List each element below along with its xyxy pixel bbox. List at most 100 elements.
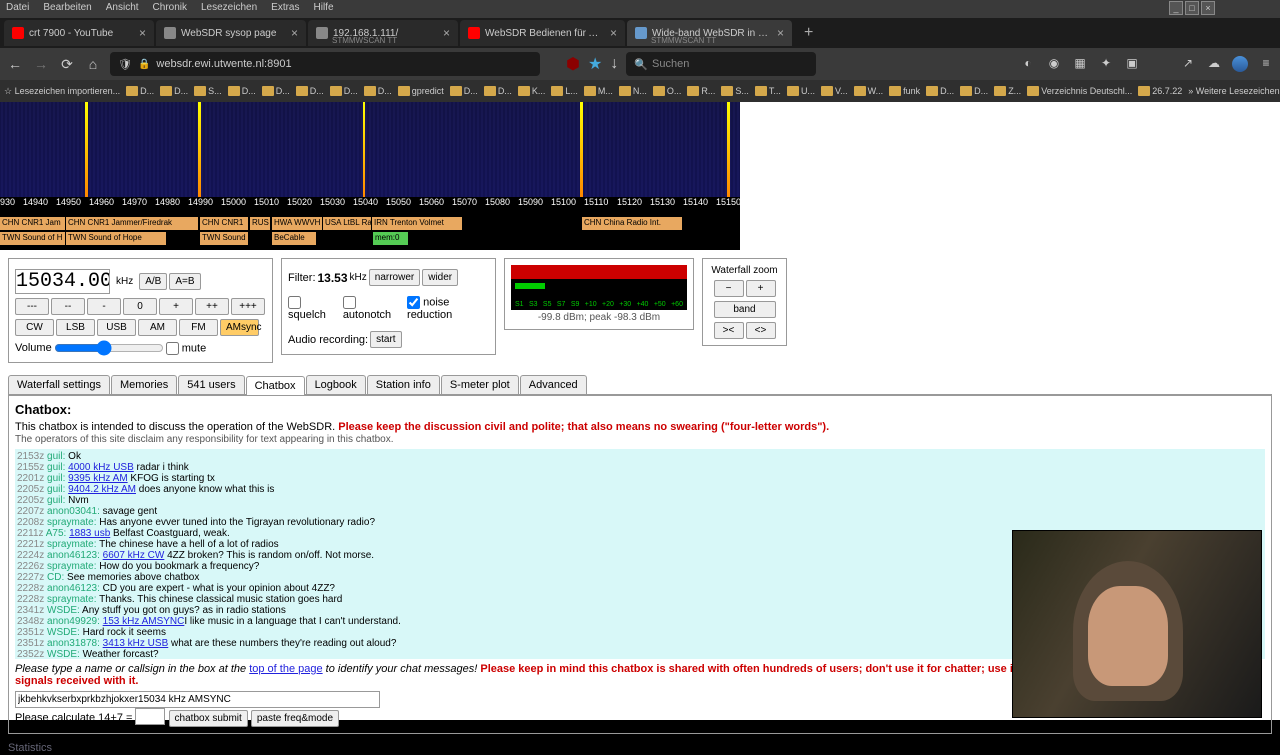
bookmark-item[interactable]: S... — [194, 86, 222, 96]
step-button[interactable]: ++ — [195, 298, 229, 315]
captcha-input[interactable] — [135, 708, 165, 725]
bookmark-item[interactable]: N... — [619, 86, 647, 96]
volume-slider[interactable] — [54, 340, 164, 356]
station-labels[interactable]: CHN CNR1 JamCHN CNR1 Jammer/FiredrakCHN … — [0, 215, 740, 250]
step-button[interactable]: -- — [51, 298, 85, 315]
step-button[interactable]: + — [159, 298, 193, 315]
menu-datei[interactable]: Datei — [6, 2, 29, 16]
bookmark-item[interactable]: D... — [926, 86, 954, 96]
forward-button[interactable]: → — [32, 56, 50, 72]
axb-button[interactable]: A=B — [169, 273, 200, 290]
search-input[interactable]: 🔍 Suchen — [626, 52, 816, 76]
ext-icon[interactable]: ◐ — [1020, 56, 1036, 72]
ext-icon[interactable]: ◉ — [1046, 56, 1062, 72]
bookmark-item[interactable]: D... — [484, 86, 512, 96]
station-label[interactable]: TWN Sound of Hope — [66, 232, 166, 245]
mode-button-am[interactable]: AM — [138, 319, 177, 336]
maximize-button[interactable]: □ — [1185, 1, 1199, 15]
browser-tab[interactable]: crt 7900 - YouTube× — [4, 20, 154, 46]
zoom-in-button[interactable]: + — [746, 280, 776, 297]
record-start-button[interactable]: start — [370, 331, 401, 348]
bookmark-item[interactable]: gpredict — [398, 86, 444, 96]
close-tab-icon[interactable]: × — [777, 26, 784, 40]
ext-icon[interactable]: ▣ — [1124, 56, 1140, 72]
ublock-icon[interactable]: ⬢ — [566, 54, 580, 74]
station-label[interactable]: CHN China Radio Int. — [582, 217, 682, 230]
profile-avatar[interactable] — [1232, 56, 1248, 72]
station-label[interactable]: RUS — [250, 217, 270, 230]
station-label[interactable]: CHN CNR1 Jam — [0, 217, 65, 230]
mode-button-usb[interactable]: USB — [97, 319, 136, 336]
chat-submit-button[interactable]: chatbox submit — [169, 710, 248, 727]
narrower-button[interactable]: narrower — [369, 269, 420, 286]
section-tab[interactable]: Logbook — [306, 375, 366, 394]
bookmark-item[interactable]: R... — [687, 86, 715, 96]
waterfall-display[interactable] — [0, 102, 740, 197]
browser-tab[interactable]: 192.168.1.111/STMMWSCAN TT× — [308, 20, 458, 46]
wider-button[interactable]: wider — [422, 269, 458, 286]
section-tab[interactable]: Memories — [111, 375, 177, 394]
bookmark-item[interactable]: 26.7.22 — [1138, 86, 1182, 96]
top-of-page-link[interactable]: top of the page — [249, 663, 322, 675]
menu-chronik[interactable]: Chronik — [153, 2, 187, 16]
bookmark-item[interactable]: D... — [228, 86, 256, 96]
bookmark-item[interactable]: D... — [296, 86, 324, 96]
bookmark-item[interactable]: M... — [584, 86, 613, 96]
browser-tab[interactable]: WebSDR sysop page× — [156, 20, 306, 46]
squelch-checkbox[interactable] — [288, 296, 301, 309]
nr-checkbox[interactable] — [407, 296, 420, 309]
zoom-right-button[interactable]: <> — [746, 322, 776, 339]
section-tab[interactable]: Station info — [367, 375, 440, 394]
station-label[interactable]: HWA WWVH — [272, 217, 322, 230]
chat-input[interactable] — [15, 691, 380, 708]
menu-lesezeichen[interactable]: Lesezeichen — [201, 2, 257, 16]
mode-button-fm[interactable]: FM — [179, 319, 218, 336]
minimize-button[interactable]: _ — [1169, 1, 1183, 15]
station-label[interactable]: IRN Trenton Volmet — [372, 217, 462, 230]
browser-tab[interactable]: WebSDR Bedienen für Anfänger× — [460, 20, 625, 46]
zoom-band-button[interactable]: band — [714, 301, 776, 318]
bookmark-item[interactable]: D... — [330, 86, 358, 96]
step-button[interactable]: 0 — [123, 298, 157, 315]
section-tab[interactable]: 541 users — [178, 375, 244, 394]
menu-hilfe[interactable]: Hilfe — [314, 2, 334, 16]
bookmark-item[interactable]: Verzeichnis Deutschl... — [1027, 86, 1132, 96]
ab-button[interactable]: A/B — [139, 273, 167, 290]
menu-button[interactable]: ≡ — [1258, 56, 1274, 72]
frequency-input[interactable] — [15, 269, 110, 294]
bookmark-item[interactable]: S... — [721, 86, 749, 96]
bookmark-item[interactable]: Z... — [994, 86, 1021, 96]
new-tab-button[interactable]: + — [794, 24, 823, 42]
bookmark-item[interactable]: D... — [364, 86, 392, 96]
bookmark-item[interactable]: D... — [262, 86, 290, 96]
reload-button[interactable]: ⟳ — [58, 56, 76, 73]
mute-checkbox[interactable] — [166, 342, 179, 355]
ext-icon[interactable]: ✦ — [1098, 56, 1114, 72]
zoom-out-button[interactable]: − — [714, 280, 744, 297]
zoom-left-button[interactable]: >< — [714, 322, 744, 339]
bookmark-item[interactable]: D... — [450, 86, 478, 96]
section-tab[interactable]: Chatbox — [246, 376, 305, 395]
station-label[interactable]: CHN CNR1 — [200, 217, 248, 230]
menu-ansicht[interactable]: Ansicht — [106, 2, 139, 16]
bookmark-item[interactable]: D... — [160, 86, 188, 96]
close-tab-icon[interactable]: × — [291, 26, 298, 40]
section-tab[interactable]: Waterfall settings — [8, 375, 110, 394]
close-tab-icon[interactable]: × — [610, 26, 617, 40]
ext-icon[interactable]: ↗ — [1180, 56, 1196, 72]
station-label[interactable]: USA LtBL Ra — [323, 217, 371, 230]
mode-button-lsb[interactable]: LSB — [56, 319, 95, 336]
bookmark-item[interactable]: K... — [518, 86, 546, 96]
bookmark-item[interactable]: funk — [889, 86, 920, 96]
close-button[interactable]: × — [1201, 1, 1215, 15]
menu-bearbeiten[interactable]: Bearbeiten — [43, 2, 91, 16]
close-tab-icon[interactable]: × — [443, 26, 450, 40]
section-tab[interactable]: Advanced — [520, 375, 587, 394]
step-button[interactable]: - — [87, 298, 121, 315]
back-button[interactable]: ← — [6, 56, 24, 72]
bookmark-item[interactable]: W... — [854, 86, 884, 96]
station-label[interactable]: TWN Sound of H — [0, 232, 65, 245]
bookmark-item[interactable]: T... — [755, 86, 781, 96]
ext-icon[interactable]: ▦ — [1072, 56, 1088, 72]
station-label[interactable]: TWN Sound — [200, 232, 248, 245]
